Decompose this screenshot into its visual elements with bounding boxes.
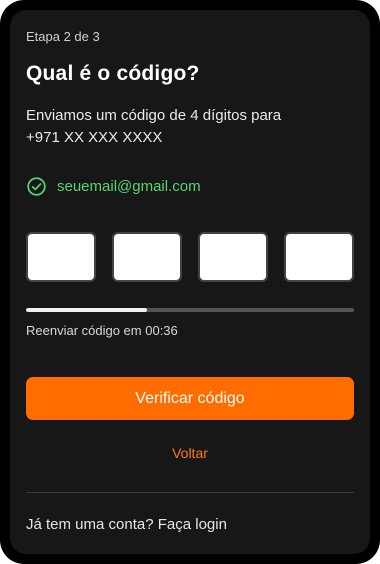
step-indicator: Etapa 2 de 3 [26,29,100,44]
check-circle-icon [27,177,46,196]
verify-code-button[interactable]: Verificar código [26,377,354,420]
subtitle: Enviamos um código de 4 dígitos para +97… [26,105,346,149]
email-address: seuemail@gmail.com [57,178,201,195]
verification-card: Etapa 2 de 3 Qual é o código? Enviamos u… [10,10,370,554]
login-link[interactable]: Faça login [158,516,227,533]
code-input-group [26,232,354,282]
resend-progress-bar [26,308,354,312]
login-prompt: Já tem uma conta? Faça login [26,516,227,533]
phone-number: +971 XX XXX XXXX [26,129,163,146]
code-digit-4[interactable] [284,232,354,282]
device-frame: Etapa 2 de 3 Qual é o código? Enviamos u… [0,0,380,564]
subtitle-text: Enviamos um código de 4 dígitos para [26,107,282,124]
code-digit-1[interactable] [26,232,96,282]
email-confirmation: seuemail@gmail.com [26,176,201,197]
resend-timer: Reenviar código em 00:36 [26,323,178,338]
code-digit-2[interactable] [112,232,182,282]
page-title: Qual é o código? [26,62,200,85]
code-digit-3[interactable] [198,232,268,282]
resend-progress-fill [26,308,148,312]
divider [26,492,354,493]
back-link[interactable]: Voltar [10,445,370,461]
login-prompt-text: Já tem uma conta? [26,516,158,533]
